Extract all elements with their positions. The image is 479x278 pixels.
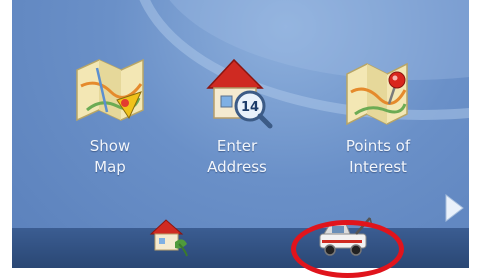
- points-of-interest-label-line1: Points of: [345, 137, 411, 155]
- show-map-label-line2: Map: [94, 158, 126, 176]
- home-icon: [149, 219, 188, 257]
- map-icon: [67, 48, 153, 134]
- home-button[interactable]: [145, 212, 191, 258]
- house-address-icon: 14: [194, 48, 280, 134]
- points-of-interest-label-line2: Interest: [349, 158, 407, 176]
- highlight-circle: [291, 220, 404, 278]
- show-map-label-line1: Show: [89, 137, 131, 155]
- chevron-right-icon[interactable]: [443, 193, 465, 223]
- poi-map-pin-icon: [335, 48, 421, 134]
- enter-address-label-line2: Address: [207, 158, 267, 176]
- points-of-interest-button[interactable]: Points of Interest: [318, 48, 438, 178]
- enter-address-label-line1: Enter: [216, 137, 258, 155]
- show-map-button[interactable]: Show Map: [50, 48, 170, 178]
- svg-text:14: 14: [241, 100, 259, 115]
- nav-screen: Show Map 14 Enter Address Points of Inte…: [12, 0, 469, 268]
- enter-address-button[interactable]: 14 Enter Address: [177, 48, 297, 178]
